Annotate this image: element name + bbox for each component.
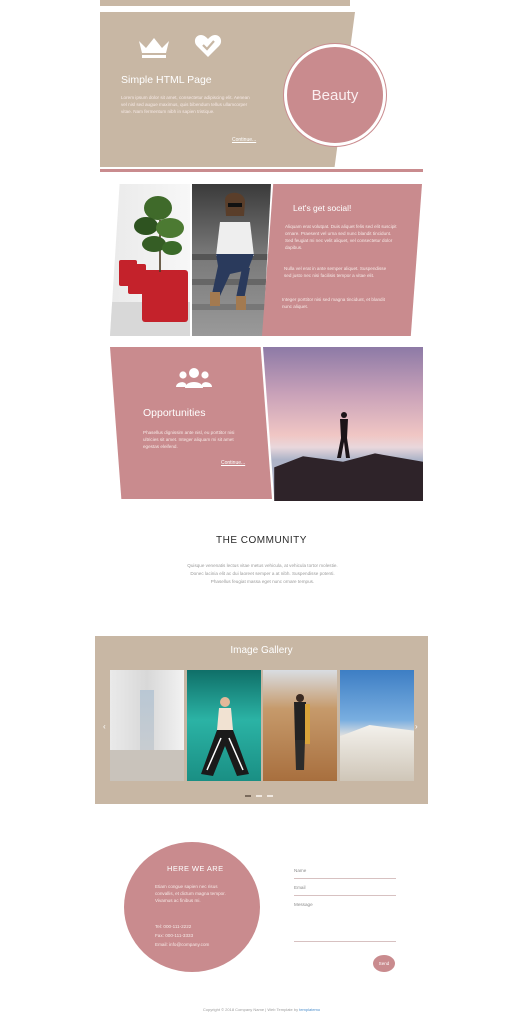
heart-icon: [194, 35, 222, 57]
footer-text: Copyright © 2018 Company Name | Web Temp…: [202, 1007, 299, 1012]
opportunities-title: Opportunities: [143, 407, 206, 419]
contact-phone: Tel: 000-111-2222: [155, 924, 192, 929]
crown-icon: [139, 38, 169, 58]
community-text: Quisque venenatis lectus vitae metus veh…: [187, 563, 338, 584]
hiker-silhouette: [337, 412, 350, 458]
gallery-dot-2[interactable]: [256, 795, 262, 797]
opportunities-text: Phasellus dignissim ante nisl, eu portti…: [143, 430, 235, 449]
social-paragraph-3: Integer porttitor nisi sed magna tincidu…: [282, 297, 385, 309]
footer: Copyright © 2018 Company Name | Web Temp…: [0, 1007, 523, 1012]
gallery-prev-arrow[interactable]: ‹: [103, 722, 106, 731]
gallery-image-santorini[interactable]: [340, 670, 414, 781]
gallery-image-alley[interactable]: [110, 670, 184, 781]
beauty-badge-label: Beauty: [311, 86, 359, 104]
footer-link[interactable]: templatemo: [299, 1007, 320, 1012]
top-accent-bar: [100, 0, 350, 6]
contact-email: Email: info@company.com: [155, 942, 210, 947]
email-field[interactable]: Email: [294, 885, 396, 896]
gallery-pagination: [245, 795, 273, 797]
gallery-title: Image Gallery: [230, 645, 293, 656]
hero-title: Simple HTML Page: [121, 74, 212, 86]
name-field[interactable]: Name: [294, 868, 396, 879]
gallery-image-dancer[interactable]: [187, 670, 261, 781]
plant-photo: [110, 184, 190, 336]
message-field[interactable]: Message: [294, 902, 396, 942]
hero-divider: [100, 169, 423, 172]
contact-title: HERE WE ARE: [167, 864, 224, 873]
send-button[interactable]: Send: [373, 955, 395, 972]
gallery-dot-3[interactable]: [267, 795, 273, 797]
gallery-next-arrow[interactable]: ›: [415, 722, 418, 731]
contact-text: Etiam congue sapien nec risus convallis,…: [155, 884, 226, 903]
social-paragraph-2: Nulla vel erat in ante semper aliquet. S…: [284, 266, 387, 278]
woman-stairs-photo: [192, 184, 271, 336]
beauty-badge: Beauty: [284, 44, 386, 146]
contact-circle: [124, 842, 260, 972]
users-icon: [176, 368, 212, 388]
hero-text: Lorem ipsum dolor sit amet, consectetur …: [121, 95, 250, 114]
gallery-dot-1[interactable]: [245, 795, 251, 797]
social-title: Let's get social!: [293, 203, 352, 213]
page: Simple HTML Page Lorem ipsum dolor sit a…: [0, 0, 523, 1025]
hero-continue-link[interactable]: Continue...: [232, 137, 256, 143]
contact-fax: Fax: 000-111-3333: [155, 933, 194, 938]
social-paragraph-1: Aliquam erat volutpat. Duis aliquet feli…: [285, 224, 397, 250]
gallery-image-canyon[interactable]: [263, 670, 337, 781]
opportunities-continue-link[interactable]: Continue...: [221, 460, 245, 466]
community-title: THE COMMUNITY: [216, 535, 307, 546]
